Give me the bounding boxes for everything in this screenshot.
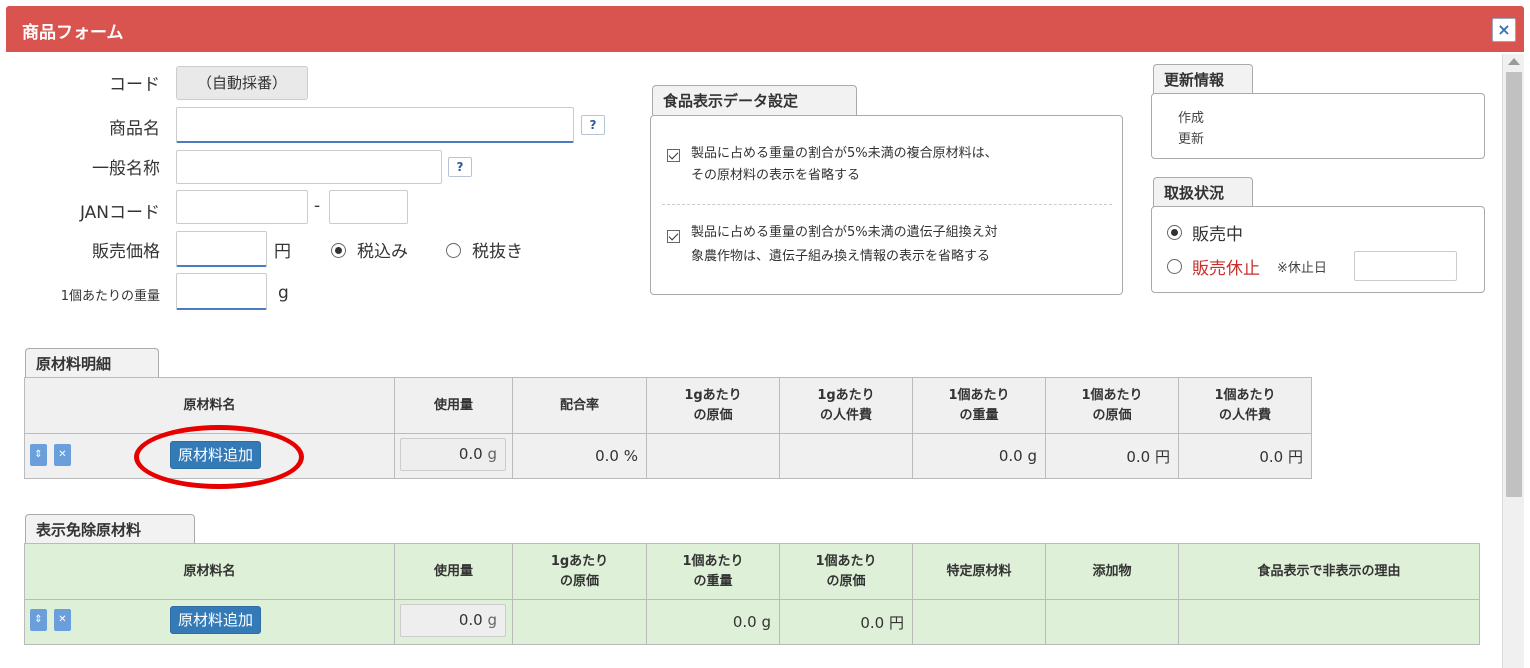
labor-per-piece-cell: 0.0 円 bbox=[1178, 433, 1312, 479]
col-labor-per-gram: 1gあたり の人件費 bbox=[779, 377, 913, 434]
highlight-annotation bbox=[134, 425, 304, 489]
omit-compound-option-line2[interactable]: その原材料の表示を省略する bbox=[691, 165, 860, 187]
hidden-reason-cell[interactable] bbox=[1178, 599, 1480, 645]
cost-per-gram-cell bbox=[512, 599, 647, 645]
jan-code-input-2[interactable] bbox=[329, 190, 408, 224]
close-icon[interactable]: × bbox=[1492, 18, 1516, 42]
scroll-up-icon[interactable] bbox=[1508, 58, 1520, 65]
checkbox-icon[interactable] bbox=[667, 230, 680, 243]
price-label: 販売価格 bbox=[92, 242, 160, 262]
jan-code-input-1[interactable] bbox=[176, 190, 308, 224]
cost-per-gram-cell bbox=[646, 433, 780, 479]
col-material-name: 原材料名 bbox=[24, 543, 395, 600]
sale-suspended-label[interactable]: 販売休止 bbox=[1192, 254, 1260, 279]
delete-icon[interactable]: ✕ bbox=[54, 444, 71, 466]
weight-unit: g bbox=[278, 283, 289, 303]
dialog-titlebar: 商品フォーム × bbox=[6, 6, 1524, 52]
omit-gmo-option-line1[interactable]: 製品に占める重量の割合が5%未満の遺伝子組換え対 bbox=[691, 222, 998, 244]
help-icon[interactable]: ? bbox=[448, 157, 472, 177]
suspend-date-label: ※休止日 bbox=[1277, 261, 1327, 276]
specific-allergen-cell[interactable] bbox=[912, 599, 1046, 645]
col-hidden-reason: 食品表示で非表示の理由 bbox=[1178, 543, 1480, 600]
radio-icon[interactable] bbox=[446, 243, 461, 258]
radio-icon[interactable] bbox=[1167, 225, 1182, 240]
labor-per-gram-cell bbox=[779, 433, 913, 479]
col-labor-per-piece: 1個あたり の人件費 bbox=[1178, 377, 1312, 434]
on-sale-label[interactable]: 販売中 bbox=[1192, 220, 1243, 245]
weight-per-piece-cell: 0.0 g bbox=[646, 599, 780, 645]
price-unit: 円 bbox=[274, 242, 291, 262]
radio-icon[interactable] bbox=[1167, 259, 1182, 274]
exempt-header-row: 原材料名 使用量 1gあたり の原価 1個あたり の重量 1個あたり の原価 特定原材… bbox=[24, 543, 1480, 600]
col-usage: 使用量 bbox=[394, 543, 513, 600]
updated-label: 更新 bbox=[1178, 132, 1205, 147]
additive-cell[interactable] bbox=[1045, 599, 1179, 645]
created-label: 作成 bbox=[1178, 111, 1205, 126]
product-name-input[interactable] bbox=[176, 107, 574, 143]
jan-code-label: JANコード bbox=[79, 203, 160, 223]
cost-per-piece-cell: 0.0 円 bbox=[779, 599, 913, 645]
sort-icon[interactable]: ⇕ bbox=[30, 444, 47, 466]
code-value: （自動採番） bbox=[176, 66, 308, 100]
general-name-label: 一般名称 bbox=[92, 159, 160, 179]
general-name-input[interactable] bbox=[176, 150, 442, 184]
food-display-settings bbox=[650, 115, 1123, 295]
update-info-panel bbox=[1151, 93, 1485, 159]
jan-separator: - bbox=[314, 196, 321, 216]
update-info-legend: 更新情報 bbox=[1153, 64, 1253, 94]
divider bbox=[662, 204, 1112, 205]
col-usage: 使用量 bbox=[394, 377, 513, 434]
col-weight-per-piece: 1個あたり の重量 bbox=[912, 377, 1046, 434]
tax-excluded-label[interactable]: 税抜き bbox=[472, 237, 523, 262]
col-additive: 添加物 bbox=[1045, 543, 1179, 600]
tax-included-label[interactable]: 税込み bbox=[357, 237, 408, 262]
weight-per-piece-cell: 0.0 g bbox=[912, 433, 1046, 479]
ratio-cell: 0.0 % bbox=[512, 433, 647, 479]
exempt-materials-legend: 表示免除原材料 bbox=[25, 514, 195, 544]
col-blend-ratio: 配合率 bbox=[512, 377, 647, 434]
vertical-scrollbar[interactable] bbox=[1502, 54, 1524, 668]
omit-compound-option-line1[interactable]: 製品に占める重量の割合が5%未満の複合原材料は、 bbox=[691, 143, 998, 165]
omit-gmo-option-line2[interactable]: 象農作物は、遺伝子組み換え情報の表示を省略する bbox=[691, 246, 990, 268]
col-cost-per-gram: 1gあたり の原価 bbox=[512, 543, 647, 600]
cost-per-piece-cell: 0.0 円 bbox=[1045, 433, 1179, 479]
weight-label: 1個あたりの重量 bbox=[60, 289, 160, 304]
usage-input[interactable]: 0.0 g bbox=[400, 438, 506, 471]
col-cost-per-gram: 1gあたり の原価 bbox=[646, 377, 780, 434]
handling-status-legend: 取扱状況 bbox=[1153, 177, 1253, 207]
price-input[interactable] bbox=[176, 231, 267, 267]
exempt-usage-input[interactable]: 0.0 g bbox=[400, 604, 506, 637]
col-weight-per-piece: 1個あたり の重量 bbox=[646, 543, 780, 600]
product-name-label: 商品名 bbox=[109, 119, 160, 139]
food-display-legend: 食品表示データ設定 bbox=[652, 85, 857, 115]
col-cost-per-piece: 1個あたり の原価 bbox=[779, 543, 913, 600]
checkbox-icon[interactable] bbox=[667, 149, 680, 162]
add-exempt-material-button[interactable]: 原材料追加 bbox=[170, 606, 262, 634]
delete-icon[interactable]: ✕ bbox=[54, 609, 71, 631]
dialog-title: 商品フォーム bbox=[22, 23, 124, 43]
col-specific-allergen: 特定原材料 bbox=[912, 543, 1046, 600]
help-icon[interactable]: ? bbox=[581, 115, 605, 135]
col-cost-per-piece: 1個あたり の原価 bbox=[1045, 377, 1179, 434]
radio-icon[interactable] bbox=[331, 243, 346, 258]
materials-legend: 原材料明細 bbox=[25, 348, 159, 378]
weight-input[interactable] bbox=[176, 273, 267, 310]
scroll-thumb[interactable] bbox=[1506, 72, 1522, 497]
sort-icon[interactable]: ⇕ bbox=[30, 609, 47, 631]
suspend-date-input[interactable] bbox=[1354, 251, 1457, 281]
code-label: コード bbox=[109, 75, 160, 95]
